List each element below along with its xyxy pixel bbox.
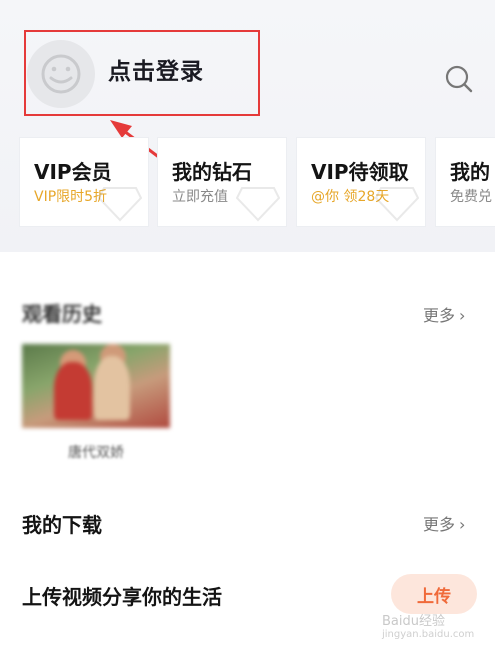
history-title: 观看历史 (22, 302, 102, 326)
watermark-sub: jingyan.baidu.com (382, 629, 475, 640)
card-title: VIP待领取 (311, 160, 409, 184)
more-label: 更多 (423, 515, 456, 534)
share-title: 上传视频分享你的生活 (22, 585, 222, 609)
downloads-more-link[interactable]: 更多 › (423, 511, 465, 535)
downloads-title: 我的下载 (22, 513, 102, 537)
upload-button[interactable]: 上传 (391, 574, 477, 614)
card-vip-pending[interactable]: VIP待领取 @你 领28天 (297, 138, 425, 226)
card-subtitle: VIP限时5折 (34, 189, 108, 205)
login-highlight-box (24, 30, 260, 116)
history-thumbnail[interactable] (22, 344, 170, 428)
watermark: Baidu经验 jingyan.baidu.com (382, 610, 474, 640)
card-subtitle: 免费兑 (450, 189, 492, 205)
history-item-caption[interactable]: 唐代双娇 (22, 442, 170, 462)
card-title: 我的 (450, 160, 490, 184)
card-my-partial[interactable]: 我的 免费兑 (436, 138, 495, 226)
chevron-right-icon: › (459, 515, 466, 534)
search-icon[interactable] (444, 64, 474, 94)
watermark-text: Baidu经验 (382, 614, 445, 629)
card-subtitle: 立即充值 (172, 189, 228, 205)
history-more-link[interactable]: 更多 › (423, 302, 465, 326)
card-title: 我的钻石 (172, 160, 252, 184)
chevron-right-icon: › (459, 306, 466, 325)
diamond-deco-icon (98, 187, 142, 222)
card-vip-member[interactable]: VIP会员 VIP限时5折 (20, 138, 148, 226)
diamond-deco-icon (236, 187, 280, 222)
more-label: 更多 (423, 306, 456, 325)
card-my-diamonds[interactable]: 我的钻石 立即充值 (158, 138, 286, 226)
card-title: VIP会员 (34, 160, 112, 184)
diamond-deco-icon (375, 187, 419, 222)
